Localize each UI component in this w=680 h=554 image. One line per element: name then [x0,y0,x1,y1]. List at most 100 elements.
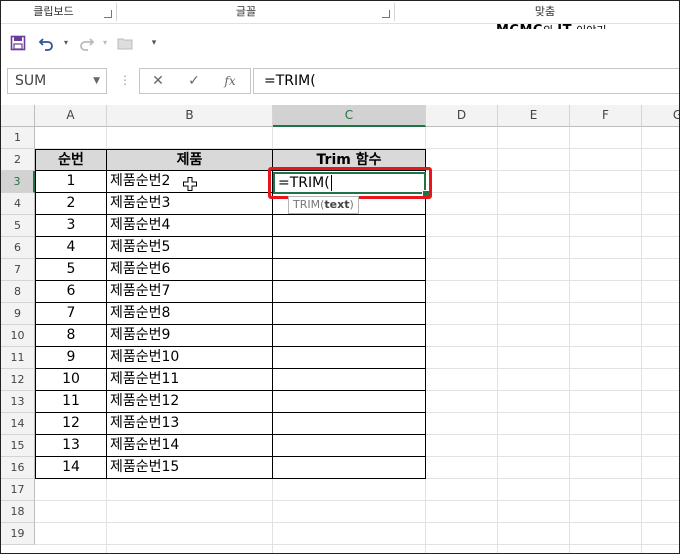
table-cell-number[interactable]: 2 [35,193,107,215]
row-header-1[interactable]: 1 [1,127,35,149]
ribbon-group-clipboard[interactable]: 클립보드 [1,1,106,23]
customize-icon[interactable]: ▾ [146,35,162,51]
row-header-16[interactable]: 16 [1,457,35,479]
row-header-6[interactable]: 6 [1,237,35,259]
table-cell-trim[interactable] [273,259,426,281]
ribbon-group-font[interactable]: 글꼴 [117,1,375,23]
gridline [35,544,679,545]
table-cell-product[interactable]: 제품순번13 [107,413,273,435]
table-cell-product[interactable]: 제품순번15 [107,457,273,479]
clipboard-launcher-icon[interactable] [104,10,112,18]
table-cell-number[interactable]: 1 [35,171,107,193]
row-header-18[interactable]: 18 [1,501,35,523]
open-icon[interactable] [117,35,133,51]
column-header-e[interactable]: E [498,105,570,127]
table-cell-number[interactable]: 9 [35,347,107,369]
table-cell-product[interactable]: 제품순번11 [107,369,273,391]
function-tooltip[interactable]: TRIM(text) [288,196,359,214]
cancel-icon[interactable]: ✕ [148,72,168,90]
row-header-12[interactable]: 12 [1,369,35,391]
table-cell-trim[interactable] [273,413,426,435]
table-cell-product[interactable]: 제품순번4 [107,215,273,237]
excel-window: 클립보드 글꼴 맞춤 MCMC의 IT 이야기 ▾ ▾ ▾ SUM▼ ⋮ ✕ [0,0,680,554]
formula-input[interactable]: =TRIM( [253,68,679,94]
row-header-11[interactable]: 11 [1,347,35,369]
ribbon-group-alignment[interactable]: 맞춤 [395,1,679,23]
tooltip-arg: text [324,198,350,211]
table-cell-product[interactable]: 제품순번9 [107,325,273,347]
formula-controls: ✕ ✓ fx [139,68,251,94]
row-header-14[interactable]: 14 [1,413,35,435]
table-cell-trim[interactable] [273,281,426,303]
table-cell-product[interactable]: 제품순번14 [107,435,273,457]
table-header-cell[interactable]: 제품 [107,149,273,171]
table-cell-product[interactable]: 제품순번5 [107,237,273,259]
table-cell-number[interactable]: 4 [35,237,107,259]
column-header-b[interactable]: B [107,105,273,127]
formula-bar-splitter[interactable]: ⋮ [119,73,131,87]
row-header-8[interactable]: 8 [1,281,35,303]
column-header-d[interactable]: D [426,105,498,127]
font-launcher-icon[interactable] [382,10,390,18]
row-header-17[interactable]: 17 [1,479,35,501]
tooltip-func: TRIM( [293,198,325,211]
insert-function-icon[interactable]: fx [220,72,240,90]
table-cell-number[interactable]: 7 [35,303,107,325]
table-cell-trim[interactable] [273,435,426,457]
row-header-5[interactable]: 5 [1,215,35,237]
table-cell-trim[interactable] [273,325,426,347]
table-cell-trim[interactable] [273,215,426,237]
highlight-box [268,167,432,199]
table-cell-number[interactable]: 14 [35,457,107,479]
undo-dropdown-icon[interactable]: ▾ [58,35,74,51]
table-cell-number[interactable]: 6 [35,281,107,303]
formula-bar: SUM ▼ ⋮ ✕ ✓ fx =TRIM( [1,67,679,97]
table-header-cell[interactable]: 순번 [35,149,107,171]
table-cell-product[interactable]: 제품순번6 [107,259,273,281]
column-header-a[interactable]: A [35,105,107,127]
row-header-4[interactable]: 4 [1,193,35,215]
row-header-15[interactable]: 15 [1,435,35,457]
table-cell-number[interactable]: 12 [35,413,107,435]
table-cell-number[interactable]: 13 [35,435,107,457]
column-header-g[interactable]: G [642,105,679,127]
row-header-7[interactable]: 7 [1,259,35,281]
table-cell-trim[interactable] [273,347,426,369]
tooltip-close: ) [349,198,354,211]
gridline [641,127,642,553]
table-cell-number[interactable]: 3 [35,215,107,237]
chevron-down-icon[interactable]: ▼ [93,69,100,93]
select-all-button[interactable] [1,105,35,127]
column-header-f[interactable]: F [570,105,642,127]
redo-icon[interactable] [77,35,95,51]
enter-icon[interactable]: ✓ [184,72,204,90]
table-cell-trim[interactable] [273,369,426,391]
name-box[interactable]: SUM ▼ [7,68,107,94]
table-cell-number[interactable]: 11 [35,391,107,413]
table-cell-product[interactable]: 제품순번12 [107,391,273,413]
row-header-13[interactable]: 13 [1,391,35,413]
table-cell-product[interactable]: 제품순번7 [107,281,273,303]
table-cell-product[interactable]: 제품순번3 [107,193,273,215]
table-cell-product[interactable]: 제품순번8 [107,303,273,325]
save-icon[interactable] [10,35,26,51]
row-header-10[interactable]: 10 [1,325,35,347]
undo-icon[interactable] [38,35,54,51]
gridline [497,127,498,553]
table-cell-product[interactable]: 제품순번10 [107,347,273,369]
quick-access-toolbar: ▾ ▾ ▾ [1,29,679,57]
gridline [35,500,679,501]
table-cell-trim[interactable] [273,303,426,325]
row-header-9[interactable]: 9 [1,303,35,325]
table-cell-trim[interactable] [273,457,426,479]
table-cell-number[interactable]: 5 [35,259,107,281]
row-header-19[interactable]: 19 [1,523,35,545]
table-cell-number[interactable]: 8 [35,325,107,347]
row-header-2[interactable]: 2 [1,149,35,171]
redo-dropdown-icon[interactable]: ▾ [97,35,113,51]
table-cell-trim[interactable] [273,237,426,259]
row-header-3[interactable]: 3 [1,171,35,193]
column-header-c[interactable]: C [273,105,426,127]
table-cell-trim[interactable] [273,391,426,413]
table-cell-number[interactable]: 10 [35,369,107,391]
